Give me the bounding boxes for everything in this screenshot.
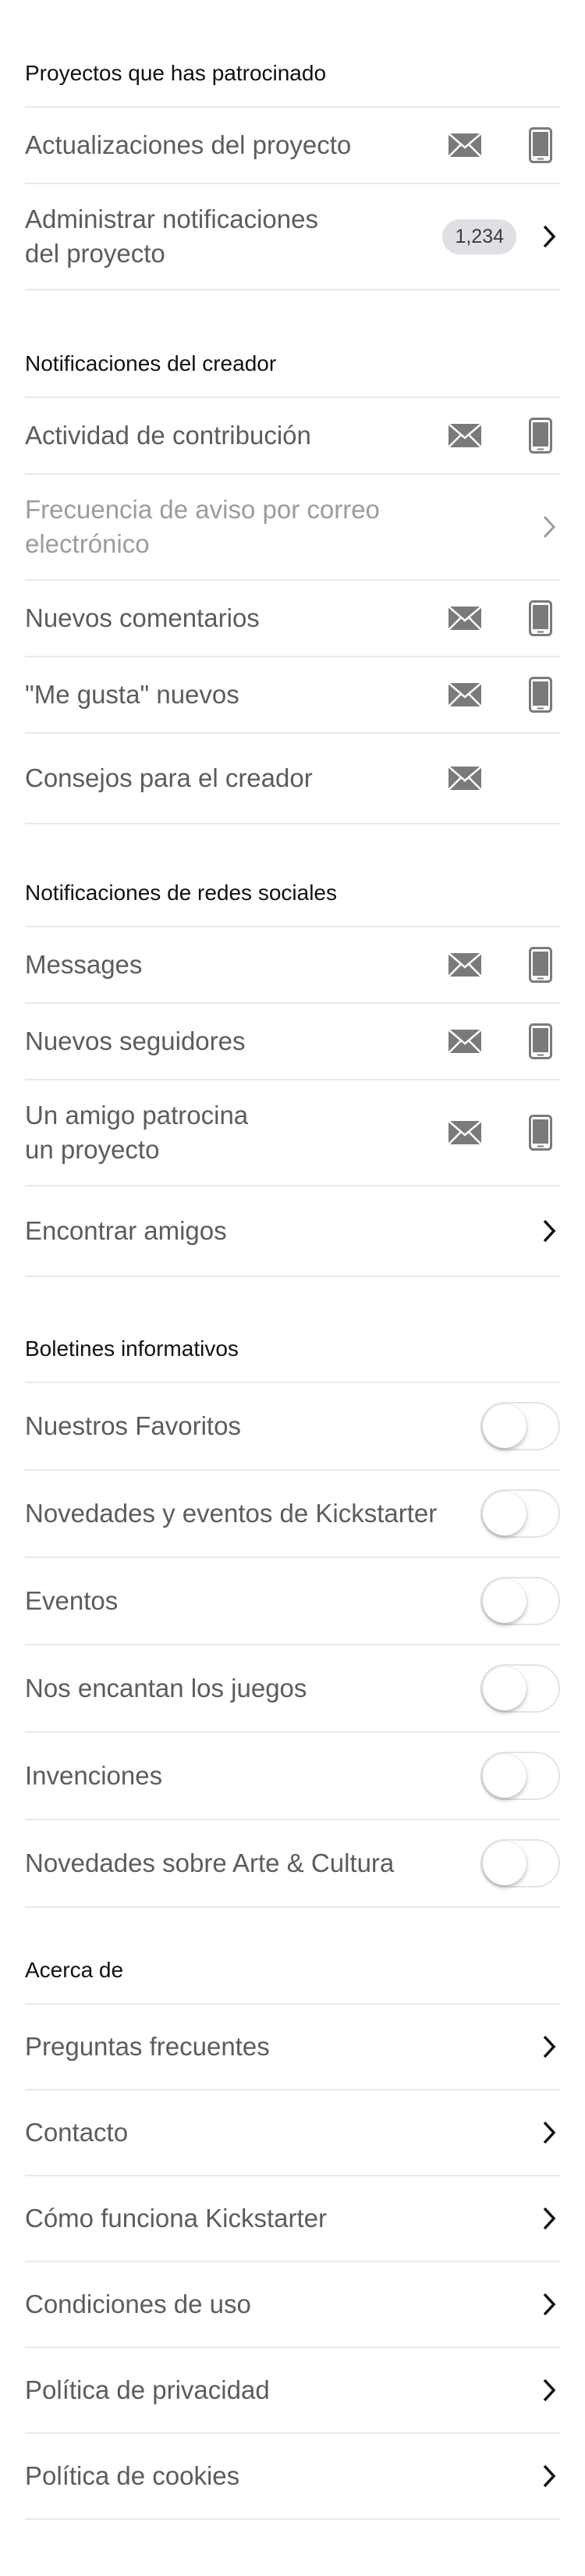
section-header-creator: Notificaciones del creador: [25, 290, 560, 398]
row-newsletter-events: Eventos: [25, 1558, 560, 1646]
phone-icon[interactable]: [529, 677, 552, 713]
row-newsletter-favorites: Nuestros Favoritos: [25, 1383, 560, 1471]
row-cookie-policy[interactable]: Política de cookies: [25, 2434, 560, 2520]
toggle-knob: [483, 1754, 526, 1798]
mail-icon[interactable]: [448, 606, 482, 631]
row-label: Contacto: [25, 2118, 129, 2147]
section-header-newsletters: Boletines informativos: [25, 1277, 560, 1383]
toggle-knob: [483, 1404, 526, 1448]
newsletter-toggle[interactable]: [480, 1664, 560, 1713]
newsletter-toggle[interactable]: [480, 1489, 560, 1538]
row-project-updates: Actualizaciones del proyecto: [25, 108, 560, 184]
row-friend-backs-project: Un amigo patrocina un proyecto: [25, 1080, 560, 1187]
phone-icon[interactable]: [529, 127, 552, 163]
row-email-frequency[interactable]: Frecuencia de aviso por correo electróni…: [25, 475, 560, 581]
row-newsletter-arts-culture: Novedades sobre Arte & Cultura: [25, 1820, 560, 1908]
chevron-right-icon: [543, 2121, 556, 2144]
row-label: Frecuencia de aviso por correo electróni…: [25, 495, 380, 558]
row-new-followers: Nuevos seguidores: [25, 1004, 560, 1080]
toggle-knob: [483, 1492, 526, 1535]
section-header-backed-projects: Proyectos que has patrocinado: [25, 39, 560, 108]
row-new-likes: "Me gusta" nuevos: [25, 657, 560, 734]
mail-icon[interactable]: [448, 423, 482, 448]
newsletter-toggle[interactable]: [480, 1402, 560, 1450]
row-manage-project-notifications[interactable]: Administrar notificaciones del proyecto …: [25, 184, 560, 290]
mail-icon[interactable]: [448, 1029, 482, 1054]
row-how-kickstarter-works[interactable]: Cómo funciona Kickstarter: [25, 2176, 560, 2262]
row-privacy-policy[interactable]: Política de privacidad: [25, 2348, 560, 2434]
row-newsletter-inventions: Invenciones: [25, 1733, 560, 1820]
newsletter-toggle[interactable]: [480, 1752, 560, 1800]
row-contribution-activity: Actividad de contribución: [25, 398, 560, 475]
chevron-right-icon: [543, 2464, 556, 2488]
row-terms-of-use[interactable]: Condiciones de uso: [25, 2262, 560, 2348]
section-header-label: Boletines informativos: [25, 1336, 239, 1361]
row-label: Cómo funciona Kickstarter: [25, 2204, 327, 2233]
newsletter-toggle[interactable]: [480, 1577, 560, 1625]
section-header-about: Acerca de: [25, 1908, 560, 2005]
section-header-label: Proyectos que has patrocinado: [25, 61, 327, 85]
chevron-right-icon: [543, 2035, 556, 2058]
row-messages: Messages: [25, 927, 560, 1004]
row-creator-tips: Consejos para el creador: [25, 734, 560, 824]
row-new-comments: Nuevos comentarios: [25, 581, 560, 657]
row-newsletter-kickstarter-news: Novedades y eventos de Kickstarter: [25, 1471, 560, 1558]
newsletter-toggle[interactable]: [480, 1839, 560, 1888]
phone-icon[interactable]: [529, 600, 552, 636]
phone-icon[interactable]: [529, 418, 552, 454]
mail-icon[interactable]: [448, 133, 482, 158]
row-label: Encontrar amigos: [25, 1216, 227, 1245]
phone-icon[interactable]: [529, 1115, 552, 1151]
row-contact[interactable]: Contacto: [25, 2090, 560, 2176]
section-header-label: Acerca de: [25, 1958, 124, 1982]
chevron-right-icon: [543, 225, 556, 248]
toggle-knob: [483, 1841, 526, 1885]
chevron-right-icon: [543, 1219, 556, 1243]
chevron-right-icon: [543, 2207, 556, 2230]
mail-icon[interactable]: [448, 1120, 482, 1145]
row-label: Política de privacidad: [25, 2375, 270, 2404]
chevron-right-icon: [543, 515, 556, 539]
row-label: Preguntas frecuentes: [25, 2032, 270, 2061]
row-label: Política de cookies: [25, 2461, 240, 2490]
row-faq[interactable]: Preguntas frecuentes: [25, 2005, 560, 2090]
toggle-knob: [483, 1579, 526, 1623]
mail-icon[interactable]: [448, 766, 482, 791]
row-newsletter-games: Nos encantan los juegos: [25, 1646, 560, 1733]
toggle-knob: [483, 1667, 526, 1710]
section-header-label: Notificaciones de redes sociales: [25, 881, 337, 905]
section-header-social: Notificaciones de redes sociales: [25, 824, 560, 927]
chevron-right-icon: [543, 2293, 556, 2316]
row-label: Condiciones de uso: [25, 2290, 251, 2318]
section-header-label: Notificaciones del creador: [25, 351, 277, 375]
count-badge: 1,234: [442, 219, 516, 254]
row-find-friends[interactable]: Encontrar amigos: [25, 1187, 560, 1277]
mail-icon[interactable]: [448, 682, 482, 707]
phone-icon[interactable]: [529, 1023, 552, 1059]
mail-icon[interactable]: [448, 952, 482, 977]
phone-icon[interactable]: [529, 947, 552, 983]
chevron-right-icon: [543, 2379, 556, 2402]
